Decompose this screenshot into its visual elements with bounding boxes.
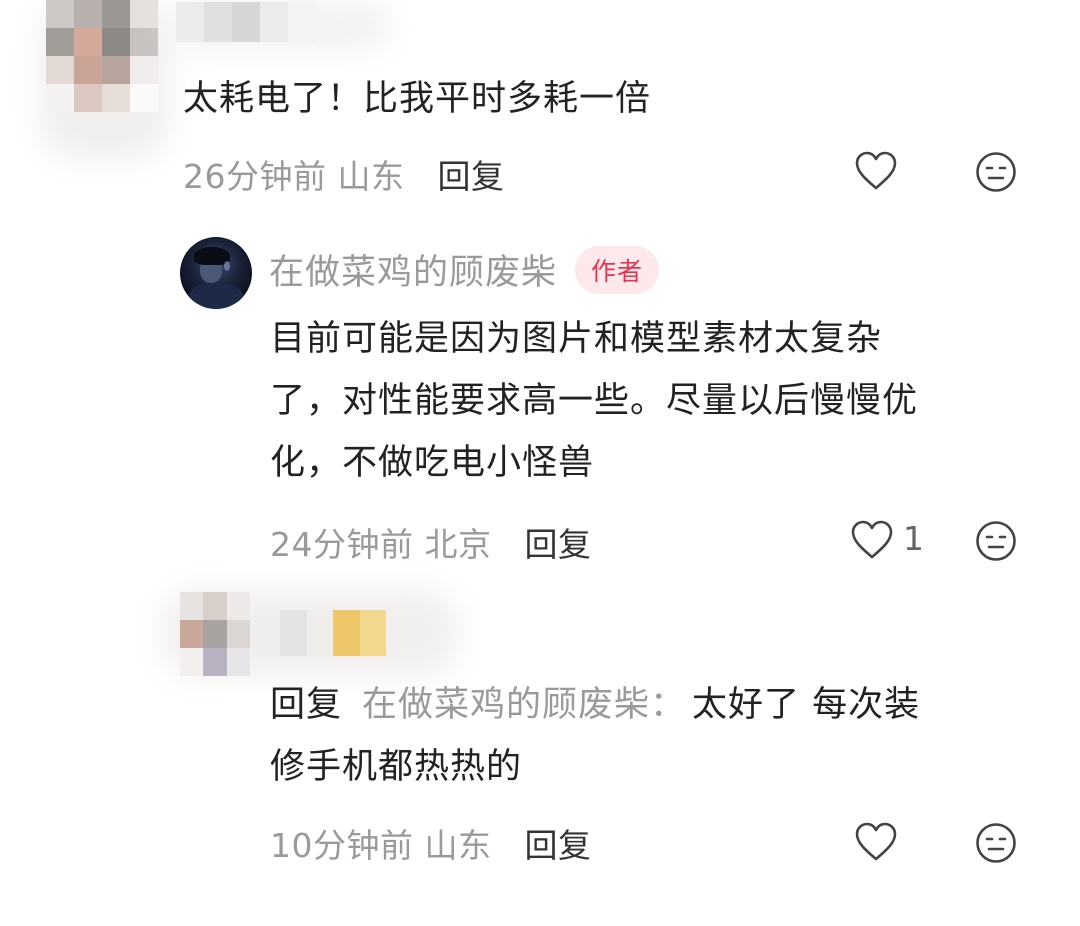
location: 山东 xyxy=(337,157,405,196)
location: 北京 xyxy=(424,525,492,564)
reply-prefix: 回复 xyxy=(270,685,343,725)
author-comment-text: 目前可能是因为图片和模型素材太复杂 了，对性能要求高一些。尽量以后慢慢优 化，不… xyxy=(270,308,918,494)
reply-button[interactable]: 回复 xyxy=(438,157,505,196)
comment-meta: 26分钟前 山东 回复 xyxy=(183,150,505,198)
reply-body: 太好了 每次装 xyxy=(692,685,921,725)
location: 山东 xyxy=(424,826,492,865)
heart-outline-icon[interactable] xyxy=(854,150,898,192)
author-comment-line: 了，对性能要求高一些。尽量以后慢慢优 xyxy=(270,381,919,421)
neutral-face-icon[interactable] xyxy=(975,151,1017,193)
author-name-row: 在做菜鸡的顾废柴 作者 xyxy=(269,244,660,295)
username-pixelated[interactable] xyxy=(254,610,386,656)
author-badge: 作者 xyxy=(575,245,660,294)
reply-comment-text: 回复 在做菜鸡的顾废柴： 太好了 每次装 修手机都热热的 xyxy=(270,674,920,798)
heart-outline-icon[interactable] xyxy=(850,519,894,561)
username-pixelated[interactable] xyxy=(176,2,316,42)
like-count: 1 xyxy=(903,519,924,558)
heart-outline-icon[interactable] xyxy=(854,821,898,863)
comment-meta: 10分钟前 山东 回复 xyxy=(270,819,592,867)
avatar-pixelated[interactable] xyxy=(180,592,250,676)
neutral-face-icon[interactable] xyxy=(975,520,1017,562)
author-username[interactable]: 在做菜鸡的顾废柴 xyxy=(269,244,557,295)
comment-meta: 24分钟前 北京 回复 xyxy=(270,518,592,566)
author-comment-line: 化，不做吃电小怪兽 xyxy=(270,443,595,483)
neutral-face-icon[interactable] xyxy=(975,822,1017,864)
author-avatar[interactable] xyxy=(180,237,252,309)
reply-button[interactable]: 回复 xyxy=(525,525,592,564)
timestamp: 10分钟前 xyxy=(270,826,414,865)
reply-comment-line: 回复 在做菜鸡的顾废柴： 太好了 每次装 xyxy=(270,674,920,736)
reply-button[interactable]: 回复 xyxy=(525,826,592,865)
reply-target-username[interactable]: 在做菜鸡的顾废柴： xyxy=(362,685,686,725)
comment-text: 太耗电了！比我平时多耗一倍 xyxy=(183,79,652,119)
timestamp: 24分钟前 xyxy=(270,525,414,564)
avatar-pixelated[interactable] xyxy=(46,0,158,112)
reply-comment-line: 修手机都热热的 xyxy=(270,747,523,787)
timestamp: 26分钟前 xyxy=(183,157,327,196)
author-comment-line: 目前可能是因为图片和模型素材太复杂 xyxy=(270,319,883,359)
